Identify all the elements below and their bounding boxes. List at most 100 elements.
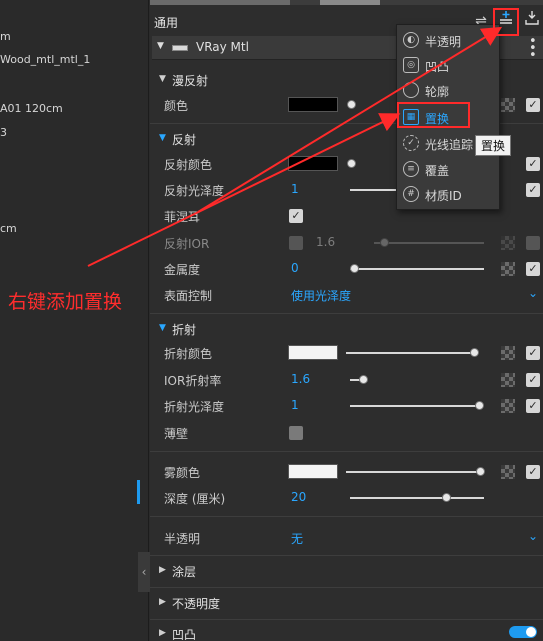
- row-label: 表面控制: [164, 289, 213, 303]
- chevron-down-icon[interactable]: ▼: [159, 74, 166, 84]
- slider-knob[interactable]: [475, 401, 484, 410]
- highlight-box-add-button: [493, 8, 519, 36]
- row-label: 折射颜色: [164, 347, 213, 361]
- menu-item-outline[interactable]: 轮廓: [397, 78, 501, 104]
- checkbox[interactable]: ✓: [526, 346, 540, 360]
- section-coating[interactable]: ▶ 涂层: [150, 563, 543, 581]
- row-label: 反射颜色: [164, 158, 213, 172]
- import-icon[interactable]: [521, 10, 543, 32]
- menu-item-material-id[interactable]: # 材质ID: [397, 182, 501, 208]
- checkbox[interactable]: ✓: [526, 465, 540, 479]
- menu-item-bump[interactable]: ◎ 凹凸: [397, 53, 501, 79]
- row-refr-gloss: 折射光泽度 1 ✓: [150, 395, 543, 417]
- checkbox[interactable]: [289, 426, 303, 440]
- slider-track[interactable]: [350, 497, 484, 499]
- list-item[interactable]: Wood_mtl_mtl_1: [0, 53, 90, 66]
- value-field[interactable]: 1.6: [316, 235, 335, 249]
- value-field[interactable]: 0: [291, 261, 299, 275]
- section-label: 反射: [172, 133, 197, 147]
- list-item[interactable]: 3: [0, 126, 7, 139]
- slider-track[interactable]: [346, 471, 480, 473]
- row-depth: 深度 (厘米) 20: [150, 487, 543, 509]
- slider-track[interactable]: [350, 189, 396, 191]
- chevron-down-icon[interactable]: ⌄: [528, 529, 538, 543]
- checkbox[interactable]: ✓: [526, 183, 540, 197]
- checkbox[interactable]: ✓: [526, 399, 540, 413]
- value-field[interactable]: 1: [291, 182, 299, 196]
- collapse-panel-button[interactable]: ‹: [138, 552, 150, 592]
- translucency-select[interactable]: 无: [291, 530, 303, 547]
- slider-knob[interactable]: [347, 100, 356, 109]
- checkbox[interactable]: ✓: [526, 157, 540, 171]
- section-opacity[interactable]: ▶ 不透明度: [150, 595, 543, 613]
- menu-item-label: 半透明: [425, 35, 462, 49]
- selection-indicator: [137, 480, 140, 504]
- chevron-right-icon[interactable]: ▶: [159, 597, 166, 607]
- chevron-down-icon[interactable]: ▼: [159, 133, 166, 143]
- chevron-down-icon[interactable]: ▼: [159, 323, 166, 333]
- slider-knob[interactable]: [380, 238, 389, 247]
- more-options-icon[interactable]: • • •: [529, 35, 537, 62]
- bump-toggle[interactable]: [509, 626, 537, 638]
- slider-knob[interactable]: [350, 264, 359, 273]
- color-swatch[interactable]: [288, 464, 338, 479]
- texture-map-icon[interactable]: [501, 399, 515, 413]
- list-item[interactable]: m: [0, 30, 11, 43]
- texture-map-icon[interactable]: [501, 346, 515, 360]
- slider-track[interactable]: [346, 352, 476, 354]
- strip-segment: [320, 0, 380, 5]
- row-fog-color: 雾颜色 ✓: [150, 461, 543, 483]
- color-swatch[interactable]: [288, 97, 338, 112]
- slider-track[interactable]: [350, 268, 484, 270]
- texture-map-icon[interactable]: [501, 98, 515, 112]
- checkbox[interactable]: [526, 236, 540, 250]
- surface-control-select[interactable]: 使用光泽度: [291, 287, 351, 304]
- chevron-down-icon[interactable]: ▼: [157, 41, 164, 51]
- texture-map-icon[interactable]: [501, 465, 515, 479]
- slider-knob[interactable]: [442, 493, 451, 502]
- strip-segment: [150, 0, 290, 5]
- left-panel: m Wood_mtl_mtl_1 A01 120cm 3 cm: [0, 0, 149, 641]
- menu-item-override[interactable]: ≡ 覆盖: [397, 157, 501, 183]
- texture-map-icon[interactable]: [501, 236, 515, 250]
- menu-item-label: 材质ID: [425, 189, 462, 203]
- slider-knob[interactable]: [347, 159, 356, 168]
- list-item[interactable]: A01 120cm: [0, 102, 63, 115]
- material-swatch: [172, 45, 188, 51]
- row-label: 菲涅耳: [164, 210, 201, 224]
- texture-map-icon[interactable]: [501, 373, 515, 387]
- value-field[interactable]: 20: [291, 490, 306, 504]
- slider-knob[interactable]: [359, 375, 368, 384]
- row-metalness: 金属度 0 ✓: [150, 258, 543, 280]
- slider-knob[interactable]: [476, 467, 485, 476]
- checkbox[interactable]: ✓: [526, 373, 540, 387]
- slider-track[interactable]: [350, 405, 480, 407]
- texture-map-icon[interactable]: [501, 262, 515, 276]
- checkbox[interactable]: ✓: [526, 262, 540, 276]
- checkbox[interactable]: [289, 236, 303, 250]
- chevron-down-icon[interactable]: ⌄: [528, 286, 538, 300]
- checkbox[interactable]: ✓: [289, 209, 303, 223]
- value-field[interactable]: 1.6: [291, 372, 310, 386]
- override-icon: ≡: [403, 161, 419, 177]
- slider-track[interactable]: [374, 242, 484, 244]
- material-name: VRay Mtl: [196, 40, 249, 54]
- color-swatch[interactable]: [288, 345, 338, 360]
- section-bump[interactable]: ▶ 凹凸: [150, 626, 543, 641]
- chevron-right-icon[interactable]: ▶: [159, 628, 166, 638]
- row-label: 雾颜色: [164, 466, 201, 480]
- chevron-right-icon[interactable]: ▶: [159, 565, 166, 575]
- checkbox[interactable]: ✓: [526, 98, 540, 112]
- divider: [150, 619, 543, 620]
- slider-knob[interactable]: [470, 348, 479, 357]
- value-field[interactable]: 1: [291, 398, 299, 412]
- section-refraction[interactable]: ▼ 折射: [150, 321, 543, 339]
- row-label: 反射IOR: [164, 237, 210, 251]
- list-item[interactable]: cm: [0, 222, 17, 235]
- menu-item-label: 轮廓: [425, 85, 450, 99]
- raytrace-icon: ✓: [403, 135, 419, 151]
- bump-icon: ◎: [403, 57, 419, 73]
- section-label: 漫反射: [172, 74, 209, 88]
- color-swatch[interactable]: [288, 156, 338, 171]
- menu-item-translucency[interactable]: ◐ 半透明: [397, 28, 501, 54]
